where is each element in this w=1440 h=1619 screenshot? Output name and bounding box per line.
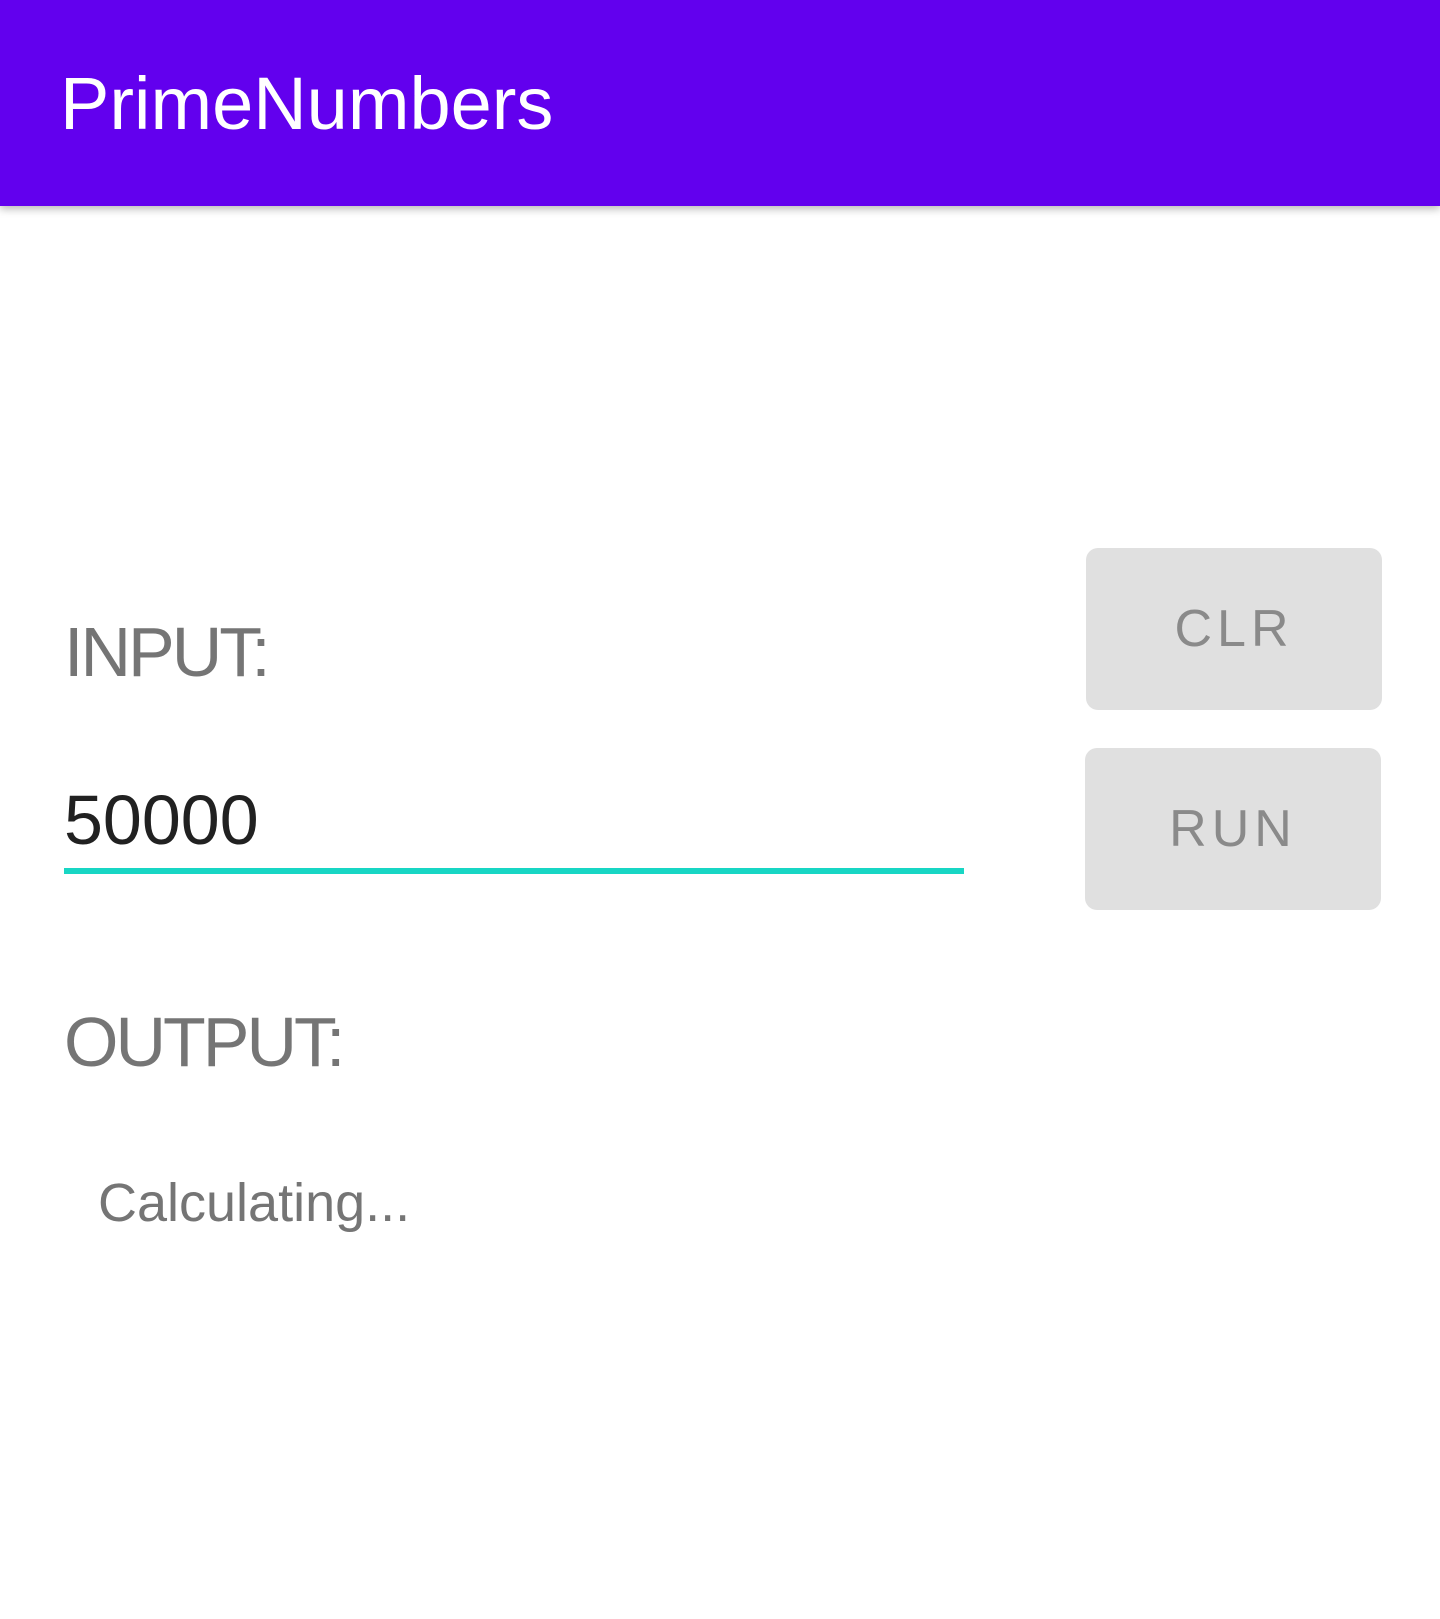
app-bar: PrimeNumbers	[0, 0, 1440, 206]
main-content: INPUT: CLR RUN OUTPUT: Calculating...	[0, 206, 1440, 1619]
input-label: INPUT:	[64, 613, 271, 691]
clear-button[interactable]: CLR	[1086, 548, 1382, 710]
output-status-text: Calculating...	[98, 1173, 411, 1233]
app-title: PrimeNumbers	[60, 62, 554, 145]
number-input[interactable]	[64, 772, 964, 874]
output-label: OUTPUT:	[64, 1003, 345, 1081]
run-button[interactable]: RUN	[1085, 748, 1381, 910]
